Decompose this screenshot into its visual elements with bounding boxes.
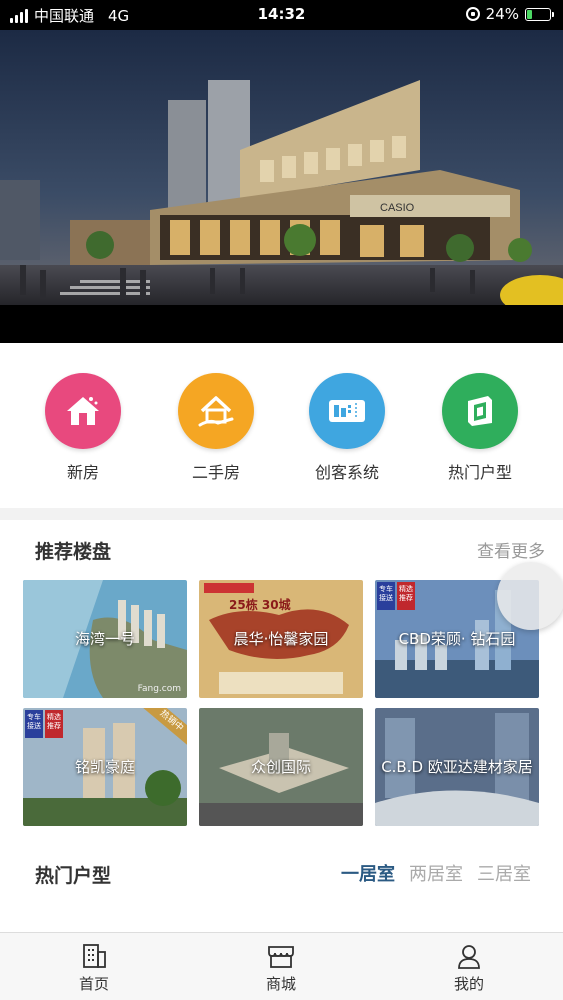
tag-featured: 精选推荐: [45, 710, 63, 738]
property-name: 众创国际: [250, 758, 311, 776]
category-second-hand[interactable]: 二手房: [166, 373, 266, 483]
banner-signage: CASIO: [380, 202, 415, 214]
promo-tags: 专车接送 精选推荐: [377, 582, 415, 610]
category-new-house[interactable]: 新房: [33, 373, 133, 483]
poster-headline: 25栋 30城: [229, 598, 291, 612]
see-more-link[interactable]: 查看更多: [477, 537, 545, 562]
building-ticket-icon: [309, 373, 385, 449]
floating-sale-badge[interactable]: [497, 562, 563, 630]
nav-me[interactable]: 我的: [429, 941, 509, 994]
floorplan-icon: [442, 373, 518, 449]
room-type-tabs: 一居室 两居室 三居室: [341, 860, 531, 886]
category-hot-layouts[interactable]: 热门户型: [430, 373, 530, 483]
house-hand-icon: [178, 373, 254, 449]
shop-icon: [241, 941, 321, 971]
house-stars-icon: [45, 373, 121, 449]
watermark: Fang.com: [137, 684, 181, 694]
tag-featured: 精选推荐: [397, 582, 415, 610]
building-icon: [54, 941, 134, 971]
tab-two-bedroom[interactable]: 两居室: [409, 860, 463, 886]
recommend-section: 推荐楼盘 查看更多 海湾一号 Fang.com 25栋 30城 晨华·怡馨家园: [0, 520, 563, 932]
nav-shop[interactable]: 商城: [241, 941, 321, 994]
category-maker-system[interactable]: 创客系统: [297, 373, 397, 483]
network-type: 4G: [108, 6, 130, 25]
nav-label: 首页: [78, 975, 109, 993]
property-name: C.B.D 欧亚达建材家居: [381, 758, 533, 776]
category-label: 创客系统: [314, 463, 379, 482]
category-label: 新房: [66, 463, 99, 482]
user-icon: [429, 941, 509, 971]
property-name: 海湾一号: [74, 630, 135, 648]
hero-banner[interactable]: CASIO: [0, 30, 563, 343]
property-card[interactable]: 海湾一号 Fang.com: [23, 580, 187, 698]
nav-label: 商城: [265, 975, 296, 993]
tag-shuttle: 专车接送: [377, 582, 395, 610]
signal-icon: [10, 8, 28, 23]
property-card[interactable]: 专车接送 精选推荐 热销中 铭凯豪庭: [23, 708, 187, 826]
property-name: CBD荣顾· 钻石园: [398, 630, 516, 648]
bottom-nav: 首页 商城 我的: [0, 932, 563, 1000]
promo-tags: 专车接送 精选推荐: [25, 710, 63, 738]
property-card[interactable]: 25栋 30城 晨华·怡馨家园: [199, 580, 363, 698]
hot-layouts-title: 热门户型: [35, 865, 112, 887]
category-grid: 新房 二手房 创客系统 热门户型: [0, 343, 563, 508]
nav-home[interactable]: 首页: [54, 941, 134, 994]
battery-percent: 24%: [485, 5, 519, 23]
battery-icon: [525, 7, 554, 21]
status-bar: 中国联通 4G 14:32 24%: [0, 0, 563, 30]
property-name: 晨华·怡馨家园: [233, 630, 329, 648]
tab-three-bedroom[interactable]: 三居室: [477, 860, 531, 886]
category-label: 二手房: [191, 463, 240, 482]
rotation-lock-icon: [465, 7, 480, 21]
tab-one-bedroom[interactable]: 一居室: [341, 860, 395, 886]
section-title: 推荐楼盘: [35, 541, 112, 563]
carrier-name: 中国联通: [34, 7, 95, 25]
category-label: 热门户型: [447, 463, 512, 482]
property-card[interactable]: C.B.D 欧亚达建材家居: [375, 708, 539, 826]
tag-shuttle: 专车接送: [25, 710, 43, 738]
property-name: 铭凯豪庭: [74, 758, 135, 776]
property-card[interactable]: 众创国际: [199, 708, 363, 826]
nav-label: 我的: [453, 975, 484, 993]
